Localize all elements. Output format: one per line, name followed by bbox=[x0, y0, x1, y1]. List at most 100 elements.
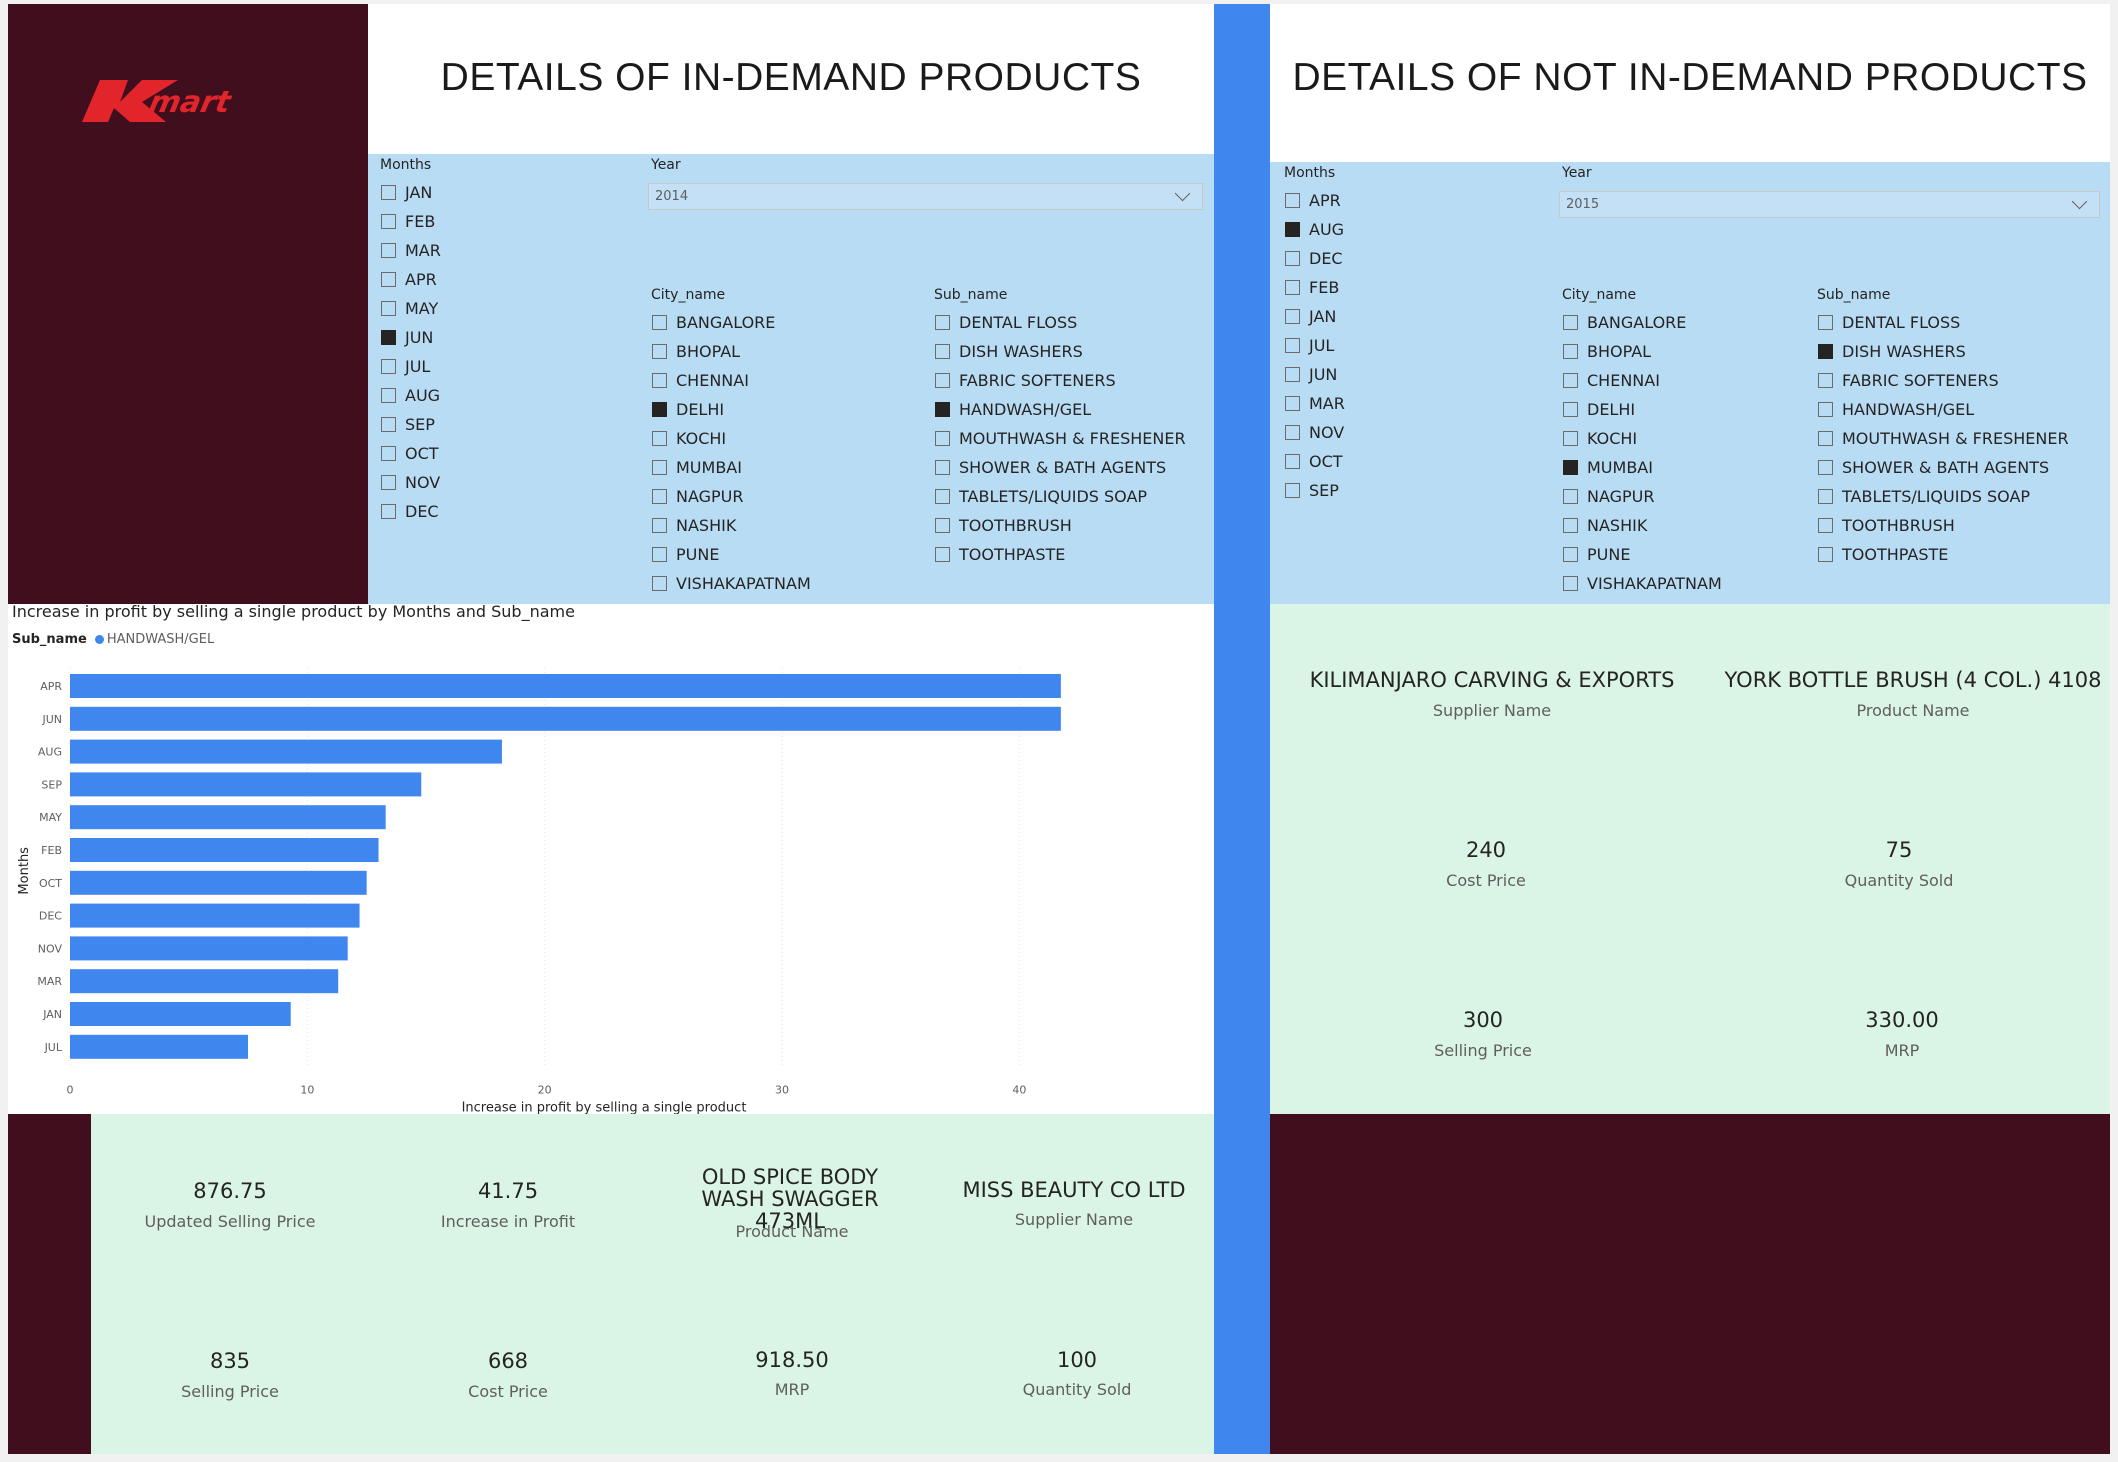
checkbox-icon[interactable] bbox=[1285, 192, 1300, 208]
bar-feb[interactable] bbox=[70, 838, 379, 862]
left-month-item-jun[interactable]: JUN bbox=[381, 327, 433, 347]
checkbox-icon[interactable] bbox=[1285, 308, 1300, 324]
left-sub-item-shower-bath-agents[interactable]: SHOWER & BATH AGENTS bbox=[935, 457, 1166, 477]
checkbox-icon[interactable] bbox=[381, 387, 396, 403]
left-city-item-bangalore[interactable]: BANGALORE bbox=[652, 312, 775, 332]
checkbox-icon[interactable] bbox=[935, 459, 950, 475]
checkbox-icon[interactable] bbox=[935, 372, 950, 388]
right-month-item-nov[interactable]: NOV bbox=[1285, 422, 1344, 442]
left-city-item-mumbai[interactable]: MUMBAI bbox=[652, 457, 742, 477]
right-city-item-pune[interactable]: PUNE bbox=[1563, 544, 1630, 564]
bar-apr[interactable] bbox=[70, 674, 1061, 698]
checkbox-icon[interactable] bbox=[1285, 424, 1300, 440]
checkbox-icon[interactable] bbox=[1285, 337, 1300, 353]
bar-nov[interactable] bbox=[70, 936, 348, 961]
checkbox-icon[interactable] bbox=[381, 242, 396, 258]
left-city-item-pune[interactable]: PUNE bbox=[652, 544, 719, 564]
checkbox-icon[interactable] bbox=[1285, 482, 1300, 498]
right-city-item-mumbai[interactable]: MUMBAI bbox=[1563, 457, 1653, 477]
left-month-item-may[interactable]: MAY bbox=[381, 298, 438, 318]
checkbox-icon[interactable] bbox=[1563, 575, 1578, 591]
bar-dec[interactable] bbox=[70, 903, 360, 928]
left-month-item-aug[interactable]: AUG bbox=[381, 385, 440, 405]
checkbox-icon[interactable] bbox=[381, 300, 396, 316]
right-city-item-kochi[interactable]: KOCHI bbox=[1563, 428, 1637, 448]
checkbox-icon[interactable] bbox=[1563, 546, 1578, 562]
left-city-item-nagpur[interactable]: NAGPUR bbox=[652, 486, 744, 506]
checkbox-icon[interactable] bbox=[652, 372, 667, 388]
left-year-dropdown[interactable]: 2014 bbox=[648, 183, 1203, 210]
bar-jun[interactable] bbox=[70, 706, 1061, 731]
checkbox-icon[interactable] bbox=[1285, 279, 1300, 295]
checkbox-icon[interactable] bbox=[1818, 488, 1833, 504]
left-sub-item-mouthwash-freshener[interactable]: MOUTHWASH & FRESHENER bbox=[935, 428, 1186, 448]
checkbox-checked-icon[interactable] bbox=[1818, 343, 1833, 359]
right-month-item-feb[interactable]: FEB bbox=[1285, 277, 1339, 297]
chart-legend[interactable]: Sub_name HANDWASH/GEL bbox=[12, 632, 214, 647]
right-city-item-nashik[interactable]: NASHIK bbox=[1563, 515, 1647, 535]
right-sub-item-toothpaste[interactable]: TOOTHPASTE bbox=[1818, 544, 1948, 564]
checkbox-icon[interactable] bbox=[1563, 430, 1578, 446]
checkbox-icon[interactable] bbox=[652, 430, 667, 446]
right-city-item-bhopal[interactable]: BHOPAL bbox=[1563, 341, 1651, 361]
left-city-item-kochi[interactable]: KOCHI bbox=[652, 428, 726, 448]
left-month-item-oct[interactable]: OCT bbox=[381, 443, 439, 463]
left-month-item-jul[interactable]: JUL bbox=[381, 356, 430, 376]
right-month-item-sep[interactable]: SEP bbox=[1285, 480, 1339, 500]
checkbox-icon[interactable] bbox=[381, 474, 396, 490]
checkbox-icon[interactable] bbox=[935, 488, 950, 504]
left-month-item-mar[interactable]: MAR bbox=[381, 240, 441, 260]
checkbox-icon[interactable] bbox=[381, 503, 396, 519]
checkbox-icon[interactable] bbox=[381, 358, 396, 374]
checkbox-icon[interactable] bbox=[652, 517, 667, 533]
checkbox-icon[interactable] bbox=[1285, 395, 1300, 411]
right-month-item-mar[interactable]: MAR bbox=[1285, 393, 1345, 413]
left-sub-item-toothpaste[interactable]: TOOTHPASTE bbox=[935, 544, 1065, 564]
checkbox-icon[interactable] bbox=[1563, 488, 1578, 504]
left-city-item-chennai[interactable]: CHENNAI bbox=[652, 370, 749, 390]
left-sub-item-fabric-softeners[interactable]: FABRIC SOFTENERS bbox=[935, 370, 1116, 390]
checkbox-icon[interactable] bbox=[652, 343, 667, 359]
checkbox-icon[interactable] bbox=[381, 416, 396, 432]
checkbox-icon[interactable] bbox=[935, 517, 950, 533]
checkbox-icon[interactable] bbox=[1563, 517, 1578, 533]
checkbox-checked-icon[interactable] bbox=[1285, 221, 1300, 237]
right-month-item-oct[interactable]: OCT bbox=[1285, 451, 1343, 471]
right-month-item-aug[interactable]: AUG bbox=[1285, 219, 1344, 239]
right-city-item-nagpur[interactable]: NAGPUR bbox=[1563, 486, 1655, 506]
left-city-item-delhi[interactable]: DELHI bbox=[652, 399, 724, 419]
bar-jan[interactable] bbox=[70, 1002, 291, 1026]
bar-oct[interactable] bbox=[70, 870, 367, 895]
right-sub-item-handwash-gel[interactable]: HANDWASH/GEL bbox=[1818, 399, 1974, 419]
bar-aug[interactable] bbox=[70, 739, 502, 764]
left-month-item-dec[interactable]: DEC bbox=[381, 501, 439, 521]
checkbox-icon[interactable] bbox=[381, 213, 396, 229]
checkbox-icon[interactable] bbox=[652, 314, 667, 330]
checkbox-icon[interactable] bbox=[1563, 401, 1578, 417]
checkbox-icon[interactable] bbox=[652, 575, 667, 591]
right-sub-item-mouthwash-freshener[interactable]: MOUTHWASH & FRESHENER bbox=[1818, 428, 2069, 448]
bar-jul[interactable] bbox=[70, 1034, 248, 1059]
checkbox-icon[interactable] bbox=[652, 488, 667, 504]
checkbox-icon[interactable] bbox=[1285, 366, 1300, 382]
left-month-item-feb[interactable]: FEB bbox=[381, 211, 435, 231]
checkbox-icon[interactable] bbox=[381, 271, 396, 287]
checkbox-icon[interactable] bbox=[1818, 372, 1833, 388]
right-sub-item-dental-floss[interactable]: DENTAL FLOSS bbox=[1818, 312, 1960, 332]
right-sub-item-fabric-softeners[interactable]: FABRIC SOFTENERS bbox=[1818, 370, 1999, 390]
left-sub-item-toothbrush[interactable]: TOOTHBRUSH bbox=[935, 515, 1072, 535]
left-sub-item-handwash-gel[interactable]: HANDWASH/GEL bbox=[935, 399, 1091, 419]
checkbox-checked-icon[interactable] bbox=[381, 329, 396, 345]
checkbox-icon[interactable] bbox=[1818, 459, 1833, 475]
right-sub-item-dish-washers[interactable]: DISH WASHERS bbox=[1818, 341, 1966, 361]
checkbox-checked-icon[interactable] bbox=[935, 401, 950, 417]
bar-mar[interactable] bbox=[70, 969, 339, 994]
bar-may[interactable] bbox=[70, 805, 386, 830]
checkbox-icon[interactable] bbox=[1563, 314, 1578, 330]
left-month-item-apr[interactable]: APR bbox=[381, 269, 437, 289]
checkbox-icon[interactable] bbox=[381, 184, 396, 200]
left-city-item-bhopal[interactable]: BHOPAL bbox=[652, 341, 740, 361]
checkbox-icon[interactable] bbox=[935, 343, 950, 359]
left-month-item-jan[interactable]: JAN bbox=[381, 182, 432, 202]
checkbox-icon[interactable] bbox=[1818, 401, 1833, 417]
